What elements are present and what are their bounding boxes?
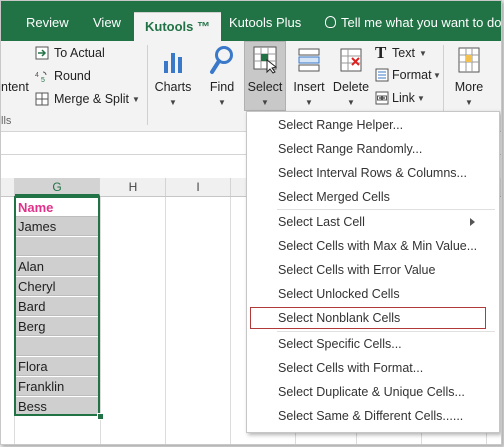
menu-item-label: Select Range Helper...	[278, 118, 404, 132]
merge-split-icon	[35, 92, 49, 106]
to-actual-label: To Actual	[54, 46, 105, 60]
select-label: Select	[247, 80, 283, 94]
column-header-partial[interactable]	[1, 178, 15, 196]
menu-item-label: Select Cells with Format...	[278, 361, 424, 375]
menu-item-select-nonblank-cells[interactable]: Select Nonblank Cells	[247, 306, 499, 330]
select-button[interactable]: Select ▼	[244, 41, 286, 111]
tab-review[interactable]: Review	[26, 15, 69, 30]
charts-dropdown-icon: ▼	[169, 98, 177, 107]
text-label: Text	[392, 46, 415, 60]
menu-item-select-same-different[interactable]: Select Same & Different Cells......	[247, 404, 499, 428]
format-label: Format	[392, 68, 432, 82]
column-header-g[interactable]: G	[15, 178, 100, 196]
format-icon	[375, 68, 389, 82]
insert-dropdown-icon: ▼	[305, 98, 313, 107]
lightbulb-icon	[325, 16, 336, 28]
insert-icon	[298, 48, 320, 72]
menu-item-label: Select Duplicate & Unique Cells...	[278, 385, 465, 399]
delete-label: Delete	[332, 80, 370, 94]
more-dropdown-icon: ▼	[465, 98, 473, 107]
charts-icon	[164, 53, 182, 73]
grid-line	[100, 197, 101, 444]
link-icon	[375, 91, 389, 105]
ribbon-separator	[147, 45, 148, 125]
tell-me-text: Tell me what you want to do	[341, 15, 502, 30]
text-dropdown-icon: ▼	[419, 49, 427, 58]
menu-item-label: Select Same & Different Cells......	[278, 409, 464, 423]
column-header-h[interactable]: H	[101, 178, 166, 196]
menu-item-label: Select Nonblank Cells	[278, 311, 401, 325]
find-label: Find	[209, 80, 235, 94]
content-button-partial[interactable]: ntent	[1, 80, 29, 94]
menu-item-label: Select Specific Cells...	[278, 337, 402, 351]
grid-line	[230, 197, 231, 444]
menu-item-select-unlocked-cells[interactable]: Select Unlocked Cells	[247, 282, 499, 306]
find-button[interactable]: Find ▼	[203, 41, 241, 131]
menu-item-label: Select Merged Cells	[278, 190, 390, 204]
menu-item-label: Select Last Cell	[278, 215, 365, 229]
link-dropdown-icon: ▼	[417, 94, 425, 103]
tab-view[interactable]: View	[93, 15, 121, 30]
svg-text:5: 5	[41, 77, 45, 83]
charts-label: Charts	[154, 80, 192, 94]
menu-item-select-cells-with-format[interactable]: Select Cells with Format...	[247, 356, 499, 380]
tab-kutools-plus[interactable]: Kutools Plus	[229, 15, 301, 30]
menu-item-label: Select Interval Rows & Columns...	[278, 166, 467, 180]
round-icon: 45	[35, 71, 47, 83]
delete-dropdown-icon: ▼	[347, 98, 355, 107]
ribbon-tab-bar: Review View Kutools ™ Kutools Plus Tell …	[1, 1, 501, 42]
select-icon	[253, 46, 278, 74]
menu-item-select-last-cell[interactable]: Select Last Cell	[247, 210, 499, 234]
insert-label: Insert	[293, 80, 325, 94]
column-header-i[interactable]: I	[166, 178, 231, 196]
magnifier-icon	[210, 46, 233, 74]
merge-split-dropdown-icon: ▼	[132, 95, 140, 104]
menu-item-select-range-randomly[interactable]: Select Range Randomly...	[247, 137, 499, 161]
select-dropdown-menu: Select Range Helper... Select Range Rand…	[246, 111, 500, 433]
svg-text:4: 4	[35, 72, 39, 79]
text-icon: T	[375, 43, 387, 62]
find-dropdown-icon: ▼	[218, 98, 226, 107]
menu-item-label: Select Cells with Error Value	[278, 263, 436, 277]
format-dropdown-icon: ▼	[433, 71, 441, 80]
menu-item-select-interval-rows-columns[interactable]: Select Interval Rows & Columns...	[247, 161, 499, 185]
menu-item-select-range-helper[interactable]: Select Range Helper...	[247, 113, 499, 137]
grid-line	[165, 197, 166, 444]
link-label: Link	[392, 91, 415, 105]
tab-kutools[interactable]: Kutools ™	[134, 12, 221, 42]
charts-button[interactable]: Charts ▼	[152, 41, 194, 131]
to-actual-icon	[35, 46, 49, 60]
menu-item-select-cells-error-value[interactable]: Select Cells with Error Value	[247, 258, 499, 282]
submenu-arrow-icon	[470, 218, 475, 226]
group-label-partial: lls	[1, 115, 12, 127]
menu-item-select-specific-cells[interactable]: Select Specific Cells...	[247, 332, 499, 356]
menu-item-label: Select Cells with Max & Min Value...	[278, 239, 478, 253]
delete-icon	[340, 48, 362, 72]
menu-item-select-cells-max-min[interactable]: Select Cells with Max & Min Value...	[247, 234, 499, 258]
selection-border	[14, 196, 100, 416]
round-label: Round	[54, 69, 91, 83]
merge-split-label: Merge & Split	[54, 92, 130, 106]
more-icon	[458, 47, 480, 73]
more-label: More	[454, 80, 484, 94]
select-dropdown-icon: ▼	[261, 98, 269, 107]
fill-handle[interactable]	[97, 413, 104, 420]
menu-item-select-duplicate-unique[interactable]: Select Duplicate & Unique Cells...	[247, 380, 499, 404]
menu-item-label: Select Range Randomly...	[278, 142, 423, 156]
menu-item-select-merged-cells[interactable]: Select Merged Cells	[247, 185, 499, 209]
excel-window: Review View Kutools ™ Kutools Plus Tell …	[0, 0, 502, 445]
menu-item-label: Select Unlocked Cells	[278, 287, 400, 301]
tell-me-box[interactable]: Tell me what you want to do	[325, 15, 501, 30]
